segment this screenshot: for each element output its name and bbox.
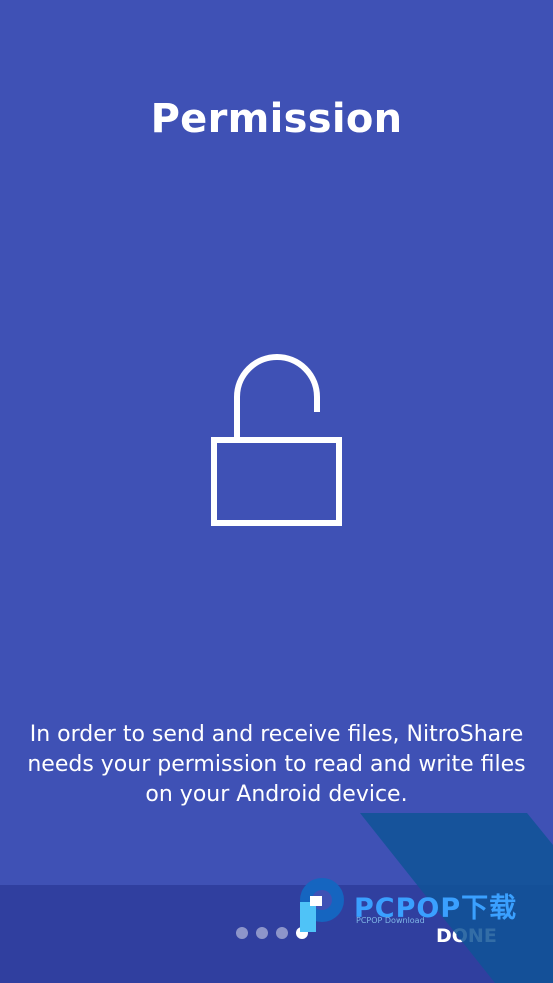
page-dot-1 [236,927,248,939]
page-dot-2 [256,927,268,939]
unlocked-padlock-icon [211,354,342,526]
watermark-subtitle: PCPOP Download [356,916,425,925]
page-dot-4-active [296,927,308,939]
intro-screen: Permission In order to send and receive … [0,0,553,983]
page-dot-3 [276,927,288,939]
done-button[interactable]: DONE [420,921,530,951]
permission-description: In order to send and receive files, Nitr… [27,722,526,807]
page-title: Permission [150,96,403,142]
page-indicator [236,927,308,939]
